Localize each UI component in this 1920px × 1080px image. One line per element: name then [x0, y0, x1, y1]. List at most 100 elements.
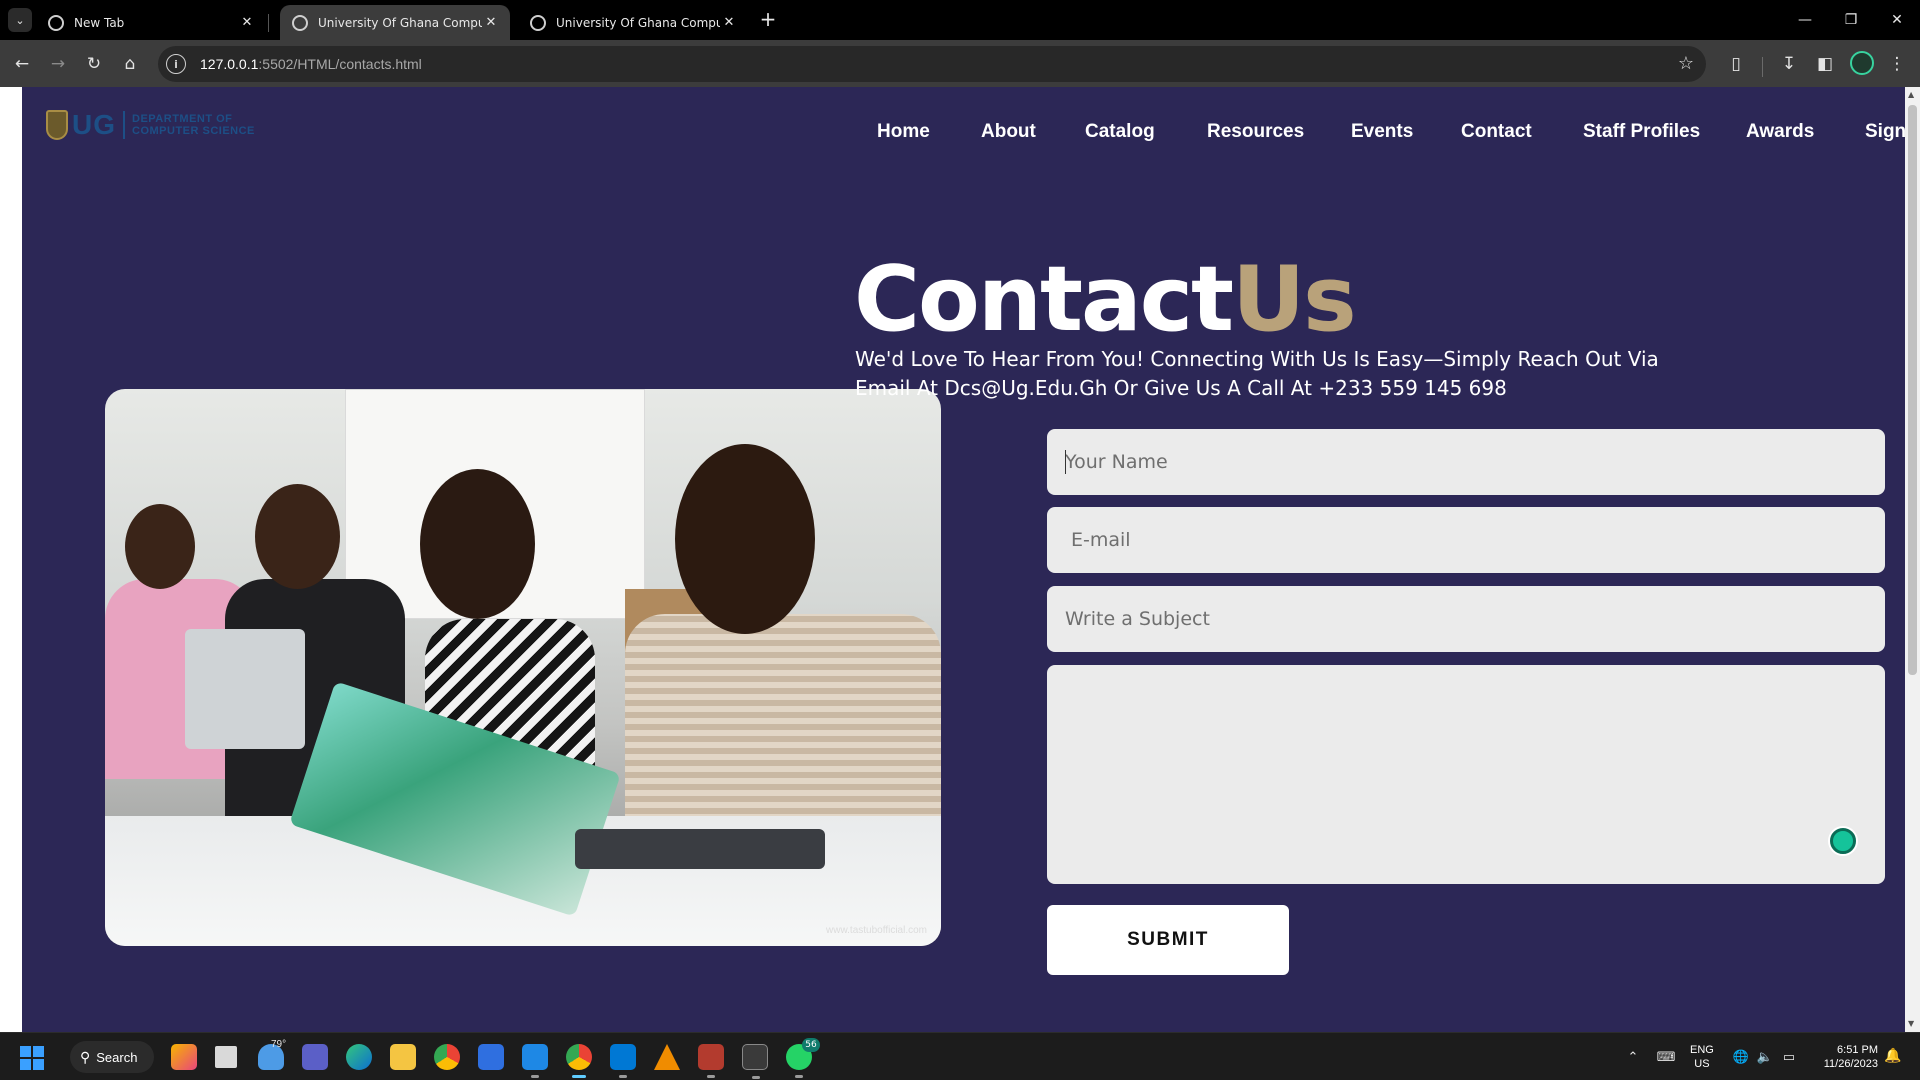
file-explorer-icon[interactable] — [390, 1044, 416, 1070]
nav-sign[interactable]: Sign — [1865, 121, 1906, 143]
browser-tab-bar: ⌄ New Tab ✕ University Of Ghana Computer… — [0, 0, 1920, 40]
bookmark-star-icon[interactable]: ☆ — [1678, 53, 1694, 74]
nav-staff-profiles[interactable]: Staff Profiles — [1583, 121, 1700, 143]
logo-divider — [123, 111, 125, 139]
scroll-down-arrow-icon[interactable]: ▼ — [1908, 1019, 1914, 1028]
nav-resources[interactable]: Resources — [1207, 121, 1304, 143]
paint-icon[interactable] — [522, 1044, 548, 1078]
submit-button[interactable]: SUBMIT — [1047, 905, 1289, 975]
clock-date: 11/26/2023 — [1823, 1058, 1878, 1070]
tab-search-chevron-down-icon[interactable]: ⌄ — [8, 8, 32, 32]
tab-close-icon[interactable]: ✕ — [720, 15, 738, 30]
tab-title: University Of Ghana Computer — [556, 15, 720, 30]
chrome-active-icon[interactable] — [566, 1044, 592, 1078]
back-arrow-left-icon[interactable]: ← — [8, 50, 36, 78]
globe-icon — [530, 14, 546, 31]
nav-contact[interactable]: Contact — [1461, 121, 1532, 143]
photo-laptop — [185, 629, 305, 749]
minimize-icon[interactable]: — — [1782, 0, 1828, 40]
taskbar-search-label: Search — [96, 1049, 138, 1065]
home-icon[interactable]: ⌂ — [116, 50, 144, 78]
browser-toolbar: ← → ↻ ⌂ i 127.0.0.1:5502/HTML/contacts.h… — [0, 40, 1920, 87]
close-window-icon[interactable]: ✕ — [1874, 0, 1920, 40]
winrar-icon[interactable] — [698, 1044, 724, 1078]
browser-menu-kebab-icon[interactable]: ⋮ — [1883, 50, 1911, 78]
photo-head — [125, 504, 195, 589]
photo-head — [675, 444, 815, 634]
url-path: :5502/HTML/contacts.html — [258, 56, 422, 72]
extensions-puzzle-icon[interactable]: ▯ — [1722, 50, 1750, 78]
page-viewport: UG DEPARTMENT OF COMPUTER SCIENCE Home A… — [0, 87, 1920, 1032]
name-input[interactable] — [1047, 429, 1885, 495]
title-main: Contact — [854, 247, 1234, 352]
tab-new-tab[interactable]: New Tab ✕ — [36, 5, 266, 40]
windows-start-icon[interactable] — [20, 1046, 44, 1070]
nav-events[interactable]: Events — [1351, 121, 1413, 143]
url-text[interactable]: 127.0.0.1:5502/HTML/contacts.html — [200, 56, 422, 72]
profile-avatar[interactable] — [1850, 51, 1874, 75]
weather-temperature: 79° — [271, 1039, 287, 1050]
grammar-assistant-icon[interactable] — [1830, 828, 1856, 854]
text-caret — [1065, 450, 1066, 474]
site-info-icon[interactable]: i — [166, 54, 186, 74]
contact-intro-text: We'd Love To Hear From You! Connecting W… — [855, 347, 1659, 400]
tab-contacts-2[interactable]: University Of Ghana Computer ✕ — [518, 5, 748, 40]
battery-icon[interactable]: ▭ — [1778, 1033, 1800, 1080]
windows-taskbar: ⚲ Search 79° 56 ⌃ ⌨ ENG US 🌐 🔈 ▭ 6:51 PM 11… — [0, 1032, 1920, 1080]
show-hidden-icons-chevron-up-icon[interactable]: ⌃ — [1622, 1033, 1644, 1080]
photo-watermark: www.tastubofficial.com — [826, 925, 927, 936]
tab-contacts-active[interactable]: University Of Ghana Computer ✕ — [280, 5, 510, 40]
subject-input[interactable] — [1047, 586, 1885, 652]
photo-head — [420, 469, 535, 619]
address-bar[interactable]: i 127.0.0.1:5502/HTML/contacts.html ☆ — [158, 46, 1706, 82]
email-input[interactable] — [1047, 507, 1885, 573]
new-tab-plus-icon[interactable]: + — [756, 8, 780, 32]
clock-time: 6:51 PM — [1837, 1044, 1878, 1056]
copilot-icon[interactable] — [171, 1044, 197, 1070]
page-scrollbar[interactable]: ▲ ▼ — [1905, 87, 1920, 1032]
lang-line-1: ENG — [1690, 1044, 1714, 1056]
tab-close-icon[interactable]: ✕ — [238, 15, 256, 30]
toolbar-divider — [1762, 57, 1763, 77]
nav-catalog[interactable]: Catalog — [1085, 121, 1155, 143]
vlc-icon[interactable] — [654, 1044, 680, 1070]
teams-icon[interactable] — [302, 1044, 328, 1070]
nav-home[interactable]: Home — [877, 121, 930, 143]
terminal-icon[interactable] — [742, 1044, 768, 1079]
microsoft-store-icon[interactable] — [478, 1044, 504, 1070]
title-accent: Us — [1232, 247, 1357, 352]
task-view-icon[interactable] — [215, 1046, 237, 1068]
notification-bell-icon[interactable]: 🔔 — [1884, 1048, 1901, 1064]
edge-icon[interactable] — [346, 1044, 372, 1070]
students-photo: www.tastubofficial.com — [105, 389, 941, 946]
restore-icon[interactable]: ❐ — [1828, 0, 1874, 40]
site-logo[interactable]: UG DEPARTMENT OF COMPUTER SCIENCE — [46, 109, 255, 141]
whatsapp-badge: 56 — [802, 1038, 820, 1052]
photo-head — [255, 484, 340, 589]
nav-about[interactable]: About — [981, 121, 1036, 143]
keyboard-icon[interactable]: ⌨ — [1654, 1033, 1678, 1080]
forward-arrow-right-icon[interactable]: → — [44, 50, 72, 78]
search-icon: ⚲ — [80, 1048, 91, 1065]
scrollbar-thumb[interactable] — [1908, 105, 1917, 675]
chrome-icon[interactable] — [434, 1044, 460, 1070]
volume-icon[interactable]: 🔈 — [1754, 1033, 1776, 1080]
input-language[interactable]: ENG US — [1690, 1043, 1714, 1071]
reload-icon[interactable]: ↻ — [80, 50, 108, 78]
vscode-icon[interactable] — [610, 1044, 636, 1078]
nav-awards[interactable]: Awards — [1746, 121, 1814, 143]
side-panel-icon[interactable]: ◧ — [1811, 50, 1839, 78]
logo-short-text: UG — [72, 109, 116, 140]
page-title: ContactUs — [854, 247, 1357, 352]
logo-line-1: DEPARTMENT OF — [132, 113, 233, 125]
whatsapp-icon[interactable]: 56 — [786, 1038, 820, 1078]
taskbar-search[interactable]: ⚲ Search — [70, 1041, 154, 1073]
tab-title: New Tab — [74, 15, 125, 30]
tab-title: University Of Ghana Computer — [318, 15, 482, 30]
message-textarea[interactable] — [1047, 665, 1885, 884]
system-clock[interactable]: 6:51 PM 11/26/2023 — [1806, 1043, 1878, 1071]
network-globe-icon[interactable]: 🌐 — [1730, 1033, 1752, 1080]
tab-close-icon[interactable]: ✕ — [482, 15, 500, 30]
scroll-up-arrow-icon[interactable]: ▲ — [1908, 90, 1914, 99]
downloads-icon[interactable]: ↧ — [1775, 50, 1803, 78]
